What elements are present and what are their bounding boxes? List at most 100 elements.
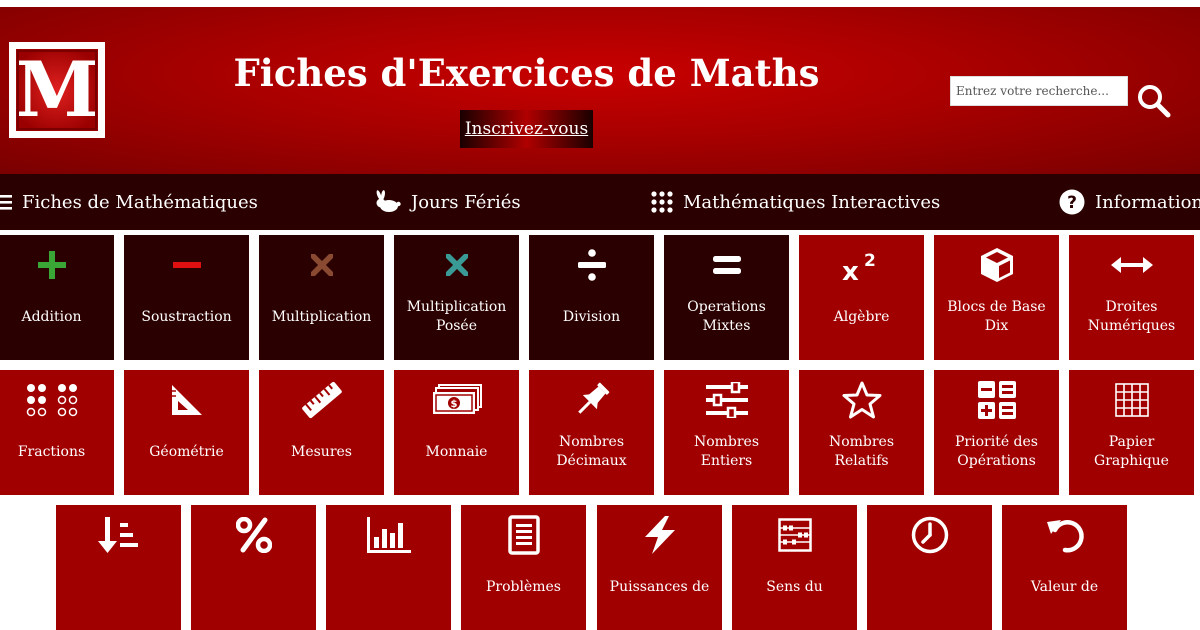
tile-powers-of-ten[interactable]: Puissances de [597, 505, 722, 630]
fraction-dots-icon [26, 384, 77, 417]
nav-item-holidays[interactable]: Jours Fériés [375, 174, 521, 230]
tile-label: Puissances de [609, 578, 710, 595]
arrows-horizontal-icon [1110, 257, 1153, 273]
tile-label: Géométrie [149, 443, 224, 460]
svg-text:?: ? [1067, 193, 1077, 213]
plus-icon [37, 251, 66, 279]
percent-icon [235, 517, 272, 553]
tile-long-multiplication[interactable]: Multiplication Posée [394, 235, 519, 360]
cube-icon [980, 248, 1013, 282]
nav-item-label: Mathématiques Interactives [683, 191, 941, 213]
header-banner: M Fiches d'Exercices de Maths Inscrivez-… [0, 7, 1200, 174]
star-icon [842, 381, 881, 419]
tile-base-ten-blocks[interactable]: Blocs de Base Dix [934, 235, 1059, 360]
tile-percentages[interactable] [191, 505, 316, 630]
tile-label: Nombres Décimaux [556, 434, 627, 469]
grid-dots-icon [651, 191, 673, 213]
set-square-icon [171, 385, 202, 415]
ruler-icon [301, 381, 342, 419]
tile-decimals[interactable]: Nombres Décimaux [529, 370, 654, 495]
page-title: Fiches d'Exercices de Maths [233, 51, 820, 95]
tile-fractions[interactable]: Fractions [0, 370, 114, 495]
search-icon [1138, 85, 1171, 118]
document-icon [507, 515, 540, 555]
tile-money[interactable]: $ Monnaie [394, 370, 519, 495]
tile-label: Blocs de Base Dix [947, 299, 1046, 334]
lightning-icon [644, 516, 675, 554]
tile-multiplication[interactable]: Multiplication [259, 235, 384, 360]
tile-statistics[interactable] [326, 505, 451, 630]
tile-algebra[interactable]: x2 Algèbre [799, 235, 924, 360]
main-nav: Fiches de Mathématiques Jours Fériés Mat… [0, 174, 1200, 230]
tile-label: Multiplication [271, 308, 372, 325]
tile-addition[interactable]: Addition [0, 235, 114, 360]
tile-label: Problèmes [485, 578, 561, 595]
tile-place-value[interactable]: Valeur de [1002, 505, 1127, 630]
tile-label: Papier Graphique [1094, 434, 1169, 469]
tile-order-of-operations[interactable]: Priorité des Opérations [934, 370, 1059, 495]
tile-ordering[interactable] [56, 505, 181, 630]
tile-measurement[interactable]: Mesures [259, 370, 384, 495]
abacus-icon [777, 518, 812, 552]
tile-label [330, 567, 447, 607]
tile-label: Sens du [766, 578, 823, 595]
tile-integers[interactable]: Nombres Relatifs [799, 370, 924, 495]
thumbtack-icon [577, 382, 609, 414]
tile-graph-paper[interactable]: Papier Graphique [1069, 370, 1194, 495]
nav-item-worksheets[interactable]: Fiches de Mathématiques [0, 174, 258, 230]
money-icon: $ [432, 384, 482, 414]
nav-item-information[interactable]: ? Information [1059, 174, 1200, 230]
nav-item-interactive[interactable]: Mathématiques Interactives [651, 174, 940, 230]
tile-label: Nombres Entiers [693, 434, 760, 469]
tile-label: Division [562, 308, 621, 325]
calculator-icon [977, 381, 1016, 419]
nav-item-label: Information [1095, 191, 1200, 213]
undo-icon [1046, 519, 1084, 553]
tile-label: Priorité des Opérations [955, 434, 1038, 469]
tile-geometry[interactable]: Géométrie [124, 370, 249, 495]
times-icon [310, 254, 333, 276]
divide-icon [577, 249, 606, 281]
equals-icon [712, 256, 741, 274]
times-icon [445, 254, 468, 276]
nav-item-label: Fiches de Mathématiques [22, 191, 258, 213]
tile-number-lines[interactable]: Droites Numériques [1069, 235, 1194, 360]
tile-subtraction[interactable]: Soustraction [124, 235, 249, 360]
clock-icon [911, 516, 948, 554]
tile-number-sense[interactable]: Sens du [732, 505, 857, 630]
tile-label: Monnaie [425, 443, 488, 460]
tile-label: Valeur de [1030, 578, 1099, 595]
bar-chart-icon [366, 517, 411, 553]
svg-text:x: x [842, 257, 859, 282]
tile-division[interactable]: Division [529, 235, 654, 360]
signup-button[interactable]: Inscrivez-vous [460, 110, 593, 148]
sort-icon [97, 517, 138, 553]
tile-label: Multiplication Posée [406, 299, 507, 334]
tile-whole-numbers[interactable]: Nombres Entiers [664, 370, 789, 495]
tile-time[interactable] [867, 505, 992, 630]
tile-label: Addition [21, 308, 82, 325]
minus-icon [172, 262, 201, 268]
tile-word-problems[interactable]: Problèmes [461, 505, 586, 630]
search-input[interactable] [950, 76, 1128, 106]
tile-label [195, 567, 312, 607]
search-button[interactable] [1136, 83, 1172, 119]
tile-label: Operations Mixtes [687, 299, 766, 334]
grid-icon [1114, 383, 1149, 417]
question-circle-icon: ? [1059, 189, 1085, 215]
tile-mixed-operations[interactable]: Operations Mixtes [664, 235, 789, 360]
superscript-icon: x2 [842, 251, 876, 282]
tile-label [871, 567, 988, 607]
tile-label: Fractions [17, 443, 86, 460]
tile-label: Droites Numériques [1087, 299, 1176, 334]
tile-label: Mesures [291, 443, 352, 460]
tile-label: Soustraction [141, 308, 232, 325]
sliders-icon [705, 382, 748, 418]
tile-label: Nombres Relatifs [828, 434, 895, 469]
svg-text:2: 2 [864, 251, 876, 271]
nav-item-label: Jours Fériés [411, 191, 521, 213]
rabbit-icon [376, 190, 401, 212]
tile-label [60, 567, 177, 607]
menu-icon [0, 195, 12, 210]
tile-label: Algèbre [833, 308, 890, 325]
